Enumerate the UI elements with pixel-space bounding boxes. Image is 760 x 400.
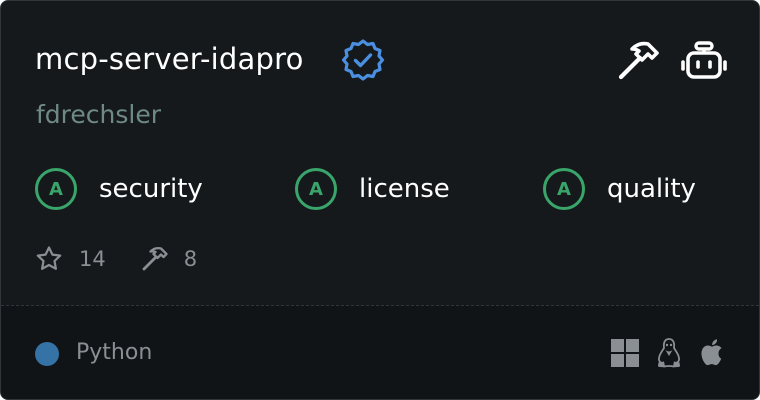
owner-link[interactable]: fdrechsler <box>36 98 161 132</box>
grade-security[interactable]: A security <box>35 166 203 212</box>
stats-row: 14 8 <box>35 244 197 274</box>
star-icon <box>36 246 62 270</box>
grade-license[interactable]: A license <box>295 166 450 212</box>
hammer-icon <box>142 246 168 271</box>
linux-icon <box>658 338 680 368</box>
grade-label: license <box>359 174 450 204</box>
grade-badge: A <box>295 168 337 210</box>
robot-icon[interactable] <box>681 39 727 83</box>
windows-icon <box>611 339 639 367</box>
hammer-icon[interactable] <box>615 39 661 83</box>
grade-badge: A <box>35 168 77 210</box>
language-color-dot <box>35 342 59 366</box>
grade-label: security <box>99 174 203 204</box>
apple-icon <box>701 339 722 366</box>
server-name[interactable]: mcp-server-idapro <box>35 39 304 79</box>
grade-quality[interactable]: A quality <box>543 166 696 212</box>
grade-badge: A <box>543 168 585 210</box>
grade-label: quality <box>607 174 696 204</box>
tool-count: 8 <box>183 247 198 271</box>
verified-badge-icon <box>341 39 385 81</box>
server-card[interactable]: mcp-server-idapro fdrechsler A security … <box>0 0 760 400</box>
language-label: Python <box>76 340 153 365</box>
star-count: 14 <box>79 247 106 271</box>
